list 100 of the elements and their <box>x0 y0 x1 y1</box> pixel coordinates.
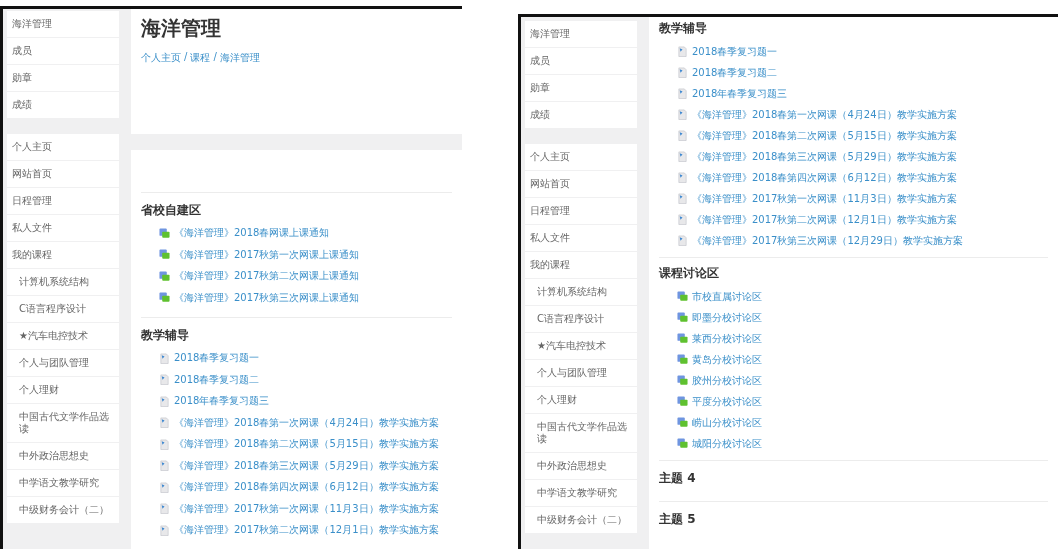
sidebar-item[interactable]: 个人理财 <box>525 387 637 413</box>
sidebar-item[interactable]: 个人与团队管理 <box>7 350 119 376</box>
chat-icon <box>677 375 688 386</box>
sidebar-item[interactable]: 成绩 <box>7 92 119 118</box>
sidebar-item[interactable]: 网站首页 <box>525 171 637 197</box>
resource-link[interactable]: 胶州分校讨论区 <box>692 373 762 388</box>
sidebar-item[interactable]: 海洋管理 <box>525 21 637 47</box>
resource-link[interactable]: 《海洋管理》2018春第三次网课（5月29日）教学实施方案 <box>692 149 957 164</box>
resource-link[interactable]: 2018春季复习题一 <box>692 44 778 59</box>
section-heading: 教学辅导 <box>659 20 708 37</box>
resource-link[interactable]: 《海洋管理》2017秋第一次网课上课通知 <box>174 247 360 262</box>
sidebar-item[interactable]: 中级财务会计（二） <box>7 497 119 523</box>
document-icon <box>159 438 170 450</box>
resource-link[interactable]: 《海洋管理》2018春第一次网课（4月24日）教学实施方案 <box>692 107 957 122</box>
sidebar-item[interactable]: 中学语文教学研究 <box>525 480 637 506</box>
resource-link[interactable]: 《海洋管理》2018春网课上课通知 <box>174 226 330 241</box>
chat-icon <box>677 312 688 323</box>
sidebar-item[interactable]: ★汽车电控技术 <box>7 323 119 349</box>
resource-link[interactable]: 《海洋管理》2018春第二次网课（5月15日）教学实施方案 <box>174 437 439 452</box>
resource-link[interactable]: 城阳分校讨论区 <box>692 436 762 451</box>
document-icon <box>159 417 170 429</box>
sidebar-item[interactable]: 我的课程 <box>7 242 119 268</box>
chat-icon <box>677 438 688 449</box>
sidebar-item[interactable]: 网站首页 <box>7 161 119 187</box>
resource-link[interactable]: 黄岛分校讨论区 <box>692 352 762 367</box>
document-icon <box>159 374 170 386</box>
sidebar-item[interactable]: 个人主页 <box>525 144 637 170</box>
breadcrumb-link[interactable]: 个人主页 <box>141 51 181 65</box>
resource-link[interactable]: 莱西分校讨论区 <box>692 331 762 346</box>
resource-link[interactable]: 平度分校讨论区 <box>692 394 762 409</box>
sidebar-item[interactable]: 个人主页 <box>7 134 119 160</box>
sidebar-item[interactable]: 个人与团队管理 <box>525 360 637 386</box>
resource-link[interactable]: 《海洋管理》2017秋第三次网课上课通知 <box>174 290 360 305</box>
document-icon <box>159 524 170 536</box>
sidebar-item[interactable]: 勋章 <box>7 65 119 91</box>
document-icon <box>677 46 688 57</box>
section-heading: 教学辅导 <box>141 326 190 344</box>
resource-link[interactable]: 《海洋管理》2018春第一次网课（4月24日）教学实施方案 <box>174 415 439 430</box>
sidebar-item[interactable]: C语言程序设计 <box>525 306 637 332</box>
section-heading: 课程讨论区 <box>659 265 720 282</box>
resource-link[interactable]: 《海洋管理》2017秋第一次网课（11月3日）教学实施方案 <box>174 501 439 516</box>
resource-link[interactable]: 《海洋管理》2017秋第二次网课（12月1日）教学实施方案 <box>692 212 957 227</box>
resource-link[interactable]: 即墨分校讨论区 <box>692 310 762 325</box>
sidebar-item[interactable]: 计算机系统结构 <box>525 279 637 305</box>
page-title: 海洋管理 <box>141 15 222 42</box>
document-icon <box>677 193 688 204</box>
sidebar-item[interactable]: 中国古代文学作品选读 <box>7 404 119 442</box>
chat-icon <box>159 292 170 304</box>
sidebar-item[interactable]: 中学语文教学研究 <box>7 470 119 496</box>
sidebar-item[interactable]: 海洋管理 <box>7 11 119 37</box>
resource-link[interactable]: 《海洋管理》2017秋第一次网课（11月3日）教学实施方案 <box>692 191 957 206</box>
resource-link[interactable]: 《海洋管理》2018春第三次网课（5月29日）教学实施方案 <box>174 458 439 473</box>
sidebar-item[interactable]: 成绩 <box>525 102 637 128</box>
document-icon <box>677 130 688 141</box>
sidebar-item[interactable]: 私人文件 <box>525 225 637 251</box>
sidebar-item[interactable]: 个人理财 <box>7 377 119 403</box>
resource-link[interactable]: 《海洋管理》2017秋第三次网课（12月29日）教学实施方案 <box>692 233 963 248</box>
chat-icon <box>159 249 170 261</box>
section-heading: 主题 5 <box>659 511 697 528</box>
resource-link[interactable]: 2018年春季复习题三 <box>692 86 788 101</box>
sidebar-item[interactable]: 日程管理 <box>525 198 637 224</box>
sidebar-item[interactable]: 中国古代文学作品选读 <box>525 414 637 452</box>
sidebar-item[interactable]: ★汽车电控技术 <box>525 333 637 359</box>
sidebar-item[interactable]: 私人文件 <box>7 215 119 241</box>
chat-icon <box>677 417 688 428</box>
sidebar-item[interactable]: 计算机系统结构 <box>7 269 119 295</box>
chat-icon <box>159 227 170 239</box>
resource-link[interactable]: 《海洋管理》2018春第四次网课（6月12日）教学实施方案 <box>174 480 439 495</box>
resource-link[interactable]: 崂山分校讨论区 <box>692 415 762 430</box>
chat-icon <box>677 354 688 365</box>
sidebar-item[interactable]: 中外政治思想史 <box>7 443 119 469</box>
document-icon <box>677 67 688 78</box>
sidebar-item[interactable]: C语言程序设计 <box>7 296 119 322</box>
sidebar-item[interactable]: 成员 <box>7 38 119 64</box>
sidebar-item[interactable]: 中外政治思想史 <box>525 453 637 479</box>
resource-link[interactable]: 《海洋管理》2017秋第二次网课上课通知 <box>174 269 360 284</box>
resource-link[interactable]: 《海洋管理》2017秋第二次网课（12月1日）教学实施方案 <box>174 523 439 538</box>
document-icon <box>677 109 688 120</box>
resource-link[interactable]: 市校直属讨论区 <box>692 289 762 304</box>
sidebar-item[interactable]: 成员 <box>525 48 637 74</box>
resource-link[interactable]: 2018春季复习题一 <box>174 351 260 366</box>
sidebar-item[interactable]: 中级财务会计（二） <box>525 507 637 533</box>
resource-link[interactable]: 2018春季复习题二 <box>692 65 778 80</box>
sidebar-item[interactable]: 我的课程 <box>525 252 637 278</box>
resource-link[interactable]: 2018年春季复习题三 <box>174 394 270 409</box>
document-icon <box>159 481 170 493</box>
breadcrumb-link[interactable]: 课程 <box>190 51 211 65</box>
resource-link[interactable]: 2018春季复习题二 <box>174 372 260 387</box>
document-icon <box>677 151 688 162</box>
breadcrumb-link[interactable]: 海洋管理 <box>219 51 260 65</box>
resource-link[interactable]: 《海洋管理》2018春第四次网课（6月12日）教学实施方案 <box>692 170 957 185</box>
chat-icon <box>159 270 170 282</box>
sidebar-item[interactable]: 勋章 <box>525 75 637 101</box>
document-icon <box>159 503 170 515</box>
document-icon <box>159 460 170 472</box>
sidebar-item[interactable]: 日程管理 <box>7 188 119 214</box>
resource-link[interactable]: 《海洋管理》2018春第二次网课（5月15日）教学实施方案 <box>692 128 957 143</box>
chat-icon <box>677 291 688 302</box>
chat-icon <box>677 333 688 344</box>
section-heading: 主题 4 <box>659 470 697 487</box>
